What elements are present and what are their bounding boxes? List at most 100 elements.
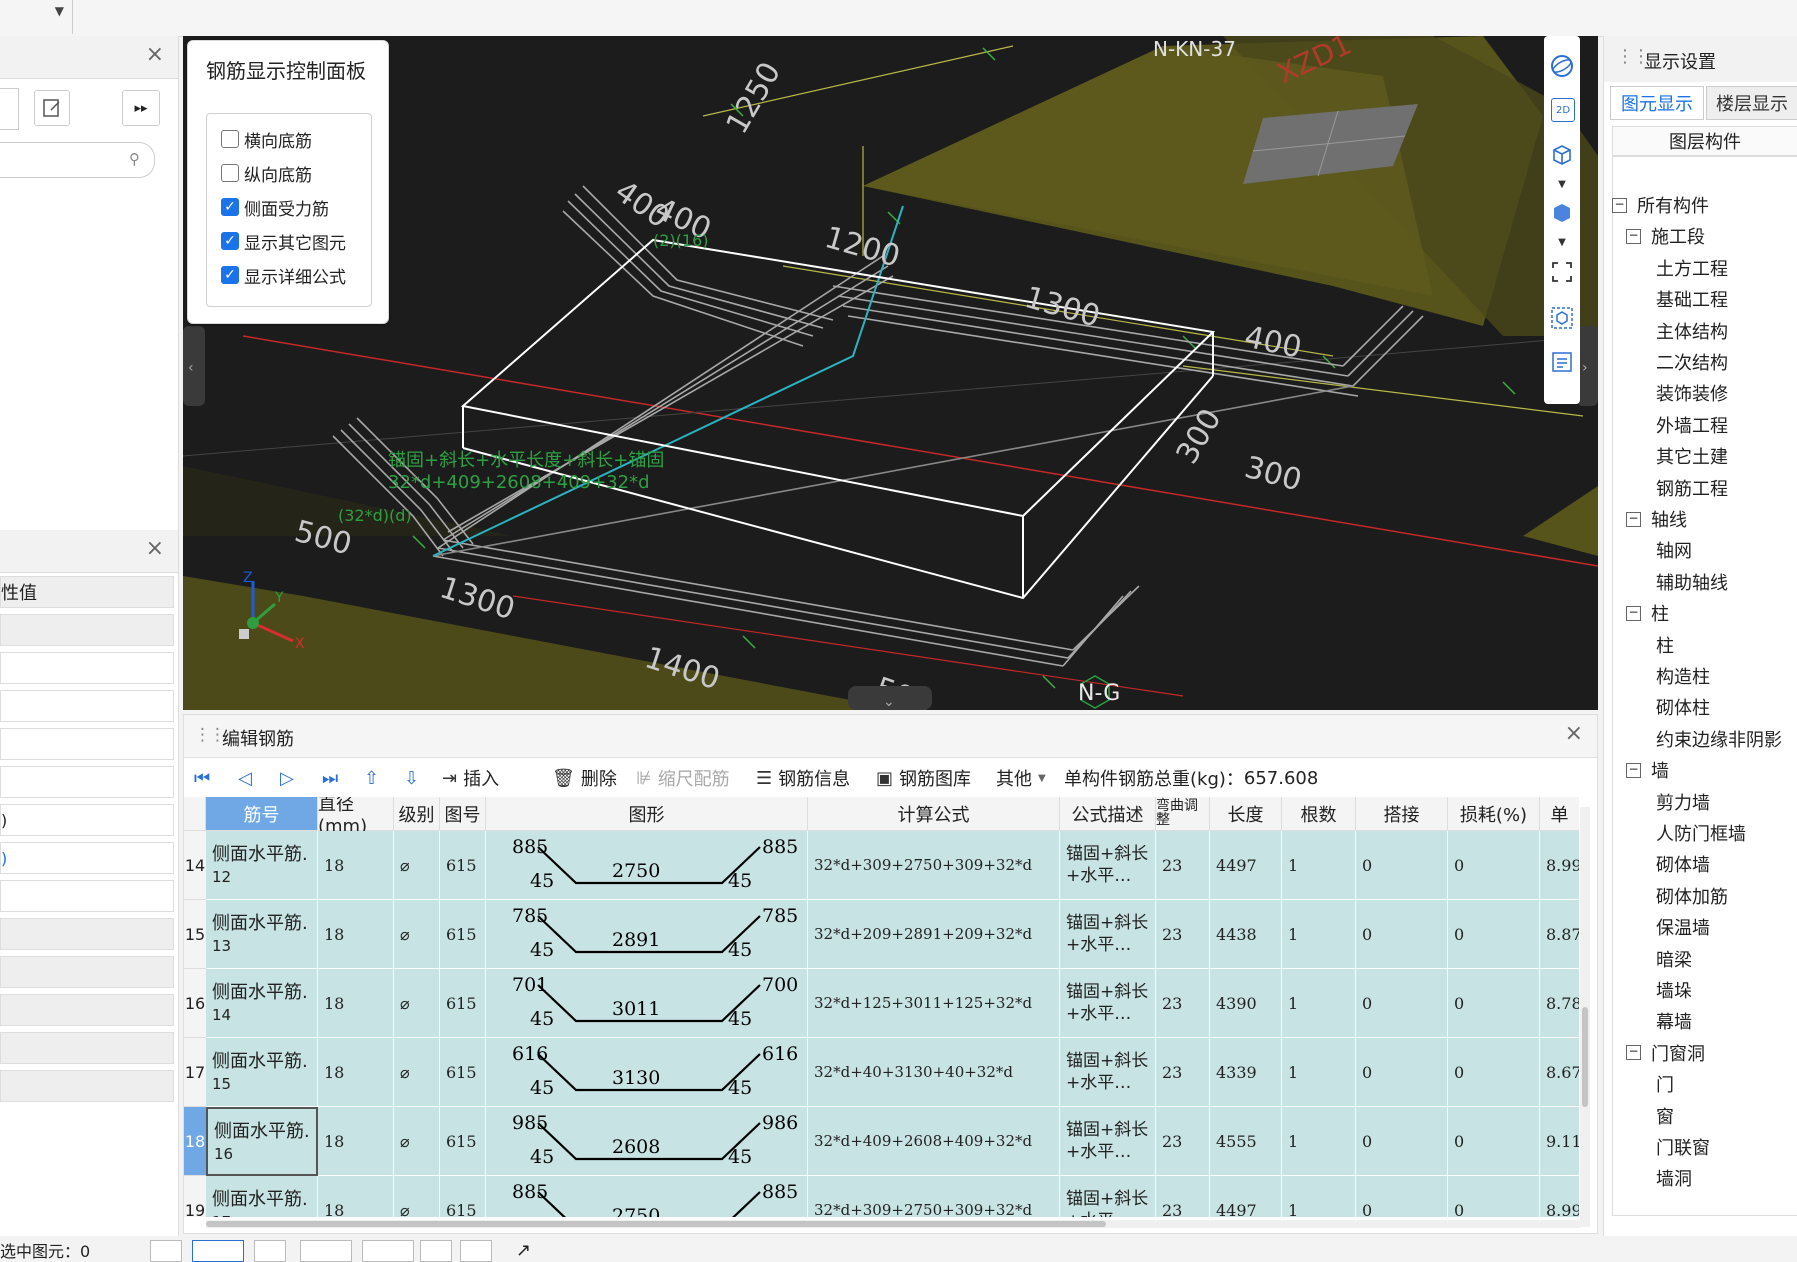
move-up-button[interactable]: ⇧ xyxy=(364,761,385,795)
len-cell[interactable]: 4497 xyxy=(1210,831,1282,900)
cnt-cell[interactable]: 1 xyxy=(1282,969,1356,1038)
cnt-cell[interactable]: 1 xyxy=(1282,1038,1356,1107)
rebar-name-cell[interactable]: 侧面水平筋. 15 xyxy=(206,1038,318,1107)
formula-cell[interactable]: 32*d+125+3011+125+32*d xyxy=(808,969,1060,1038)
column-header[interactable]: 公式描述 xyxy=(1060,797,1156,831)
option-longitudinal-bottom[interactable]: 纵向底筋 xyxy=(221,160,312,186)
tree-item[interactable]: − 轴线 xyxy=(1626,504,1687,534)
column-header[interactable]: 图形 xyxy=(486,797,808,831)
bend-cell[interactable]: 23 xyxy=(1156,900,1210,969)
loss-cell[interactable]: 0 xyxy=(1448,1038,1540,1107)
cnt-cell[interactable]: 1 xyxy=(1282,900,1356,969)
unit-cell[interactable]: 8.87 xyxy=(1540,900,1579,969)
option-side-rebar[interactable]: ✓ 侧面受力筋 xyxy=(221,194,329,220)
tree-item[interactable]: 主体结构 xyxy=(1656,316,1728,346)
formula-desc-cell[interactable]: 锚固+斜长+水平… xyxy=(1060,900,1156,969)
column-header[interactable]: 损耗(%) xyxy=(1448,797,1540,831)
tree-item[interactable]: − 墙 xyxy=(1626,755,1669,785)
grade-cell[interactable]: ⌀ xyxy=(394,969,440,1038)
dia-cell[interactable]: 18 xyxy=(318,1176,394,1217)
tree-item[interactable]: 剪力墙 xyxy=(1656,787,1710,817)
row-number[interactable]: 18 xyxy=(184,1107,206,1176)
property-row[interactable] xyxy=(0,1070,174,1102)
tool-button[interactable] xyxy=(150,1240,182,1262)
row-number[interactable]: 17 xyxy=(184,1038,206,1107)
rebar-info-button[interactable]: ☰ 钢筋信息 xyxy=(756,761,850,795)
collapse-icon[interactable]: − xyxy=(1626,1045,1641,1061)
rebar-name-cell[interactable]: 侧面水平筋. 16 xyxy=(206,1107,318,1176)
tree-item[interactable]: 墙洞 xyxy=(1656,1163,1692,1193)
rebar-shape-cell[interactable]: 701 700 45 45 3011 xyxy=(486,969,808,1038)
tool-button[interactable] xyxy=(420,1240,452,1262)
tree-item[interactable]: 门联窗 xyxy=(1656,1132,1710,1162)
lap-cell[interactable]: 0 xyxy=(1356,831,1448,900)
lap-cell[interactable]: 0 xyxy=(1356,900,1448,969)
expand-icon[interactable]: ▸▸ xyxy=(122,90,160,126)
lap-cell[interactable]: 0 xyxy=(1356,1107,1448,1176)
checkbox-checked[interactable]: ✓ xyxy=(221,198,239,216)
scale-rebar-button[interactable]: ⊯ 缩尺配筋 xyxy=(636,761,730,795)
tree-item[interactable]: 窗 xyxy=(1656,1101,1674,1131)
fig-cell[interactable]: 615 xyxy=(440,831,486,900)
search-input[interactable]: ⚲ xyxy=(0,142,155,178)
insert-button[interactable]: ⇥ 插入 xyxy=(442,761,499,795)
select-mode-button[interactable] xyxy=(192,1240,244,1262)
chevron-down-icon[interactable]: ▼ xyxy=(1548,228,1576,256)
checkbox-checked[interactable]: ✓ xyxy=(221,266,239,284)
row-number[interactable]: 15 xyxy=(184,900,206,969)
tree-item[interactable]: 幕墙 xyxy=(1656,1006,1692,1036)
rebar-name-cell[interactable]: 侧面水平筋. 13 xyxy=(206,900,318,969)
cube-select-icon[interactable] xyxy=(1548,304,1576,332)
cnt-cell[interactable]: 1 xyxy=(1282,1107,1356,1176)
collapse-icon[interactable]: − xyxy=(1626,511,1641,527)
lap-cell[interactable]: 0 xyxy=(1356,969,1448,1038)
edit-icon[interactable] xyxy=(34,90,70,126)
rebar-shape-cell[interactable]: 616 616 45 45 3130 xyxy=(486,1038,808,1107)
tree-item[interactable]: 轴网 xyxy=(1656,535,1692,565)
checkbox[interactable] xyxy=(221,164,239,182)
column-header[interactable]: 图号 xyxy=(440,797,486,831)
collapse-icon[interactable]: − xyxy=(1626,228,1641,244)
table-row[interactable]: 19 侧面水平筋. 17 18⌀615 885 885 45 45 2750 32*d+309+2… xyxy=(184,1176,1579,1217)
prev-row-button[interactable]: ◁ xyxy=(238,761,258,795)
property-row[interactable] xyxy=(0,918,174,950)
table-row[interactable]: 18 侧面水平筋. 16 18 ⌀ 615 985 986 45 45 2608 32*d+409+2… xyxy=(184,1107,1579,1176)
formula-cell[interactable]: 32*d+209+2891+209+32*d xyxy=(808,900,1060,969)
formula-desc-cell[interactable]: 锚固+斜长+水平… xyxy=(1060,1176,1156,1217)
tool-button[interactable] xyxy=(460,1240,492,1262)
tree-item[interactable]: 其它土建 xyxy=(1656,441,1728,471)
table-row[interactable]: 14 侧面水平筋. 12 18 ⌀ 615 885 885 45 45 2750 32*d+309+2… xyxy=(184,831,1579,900)
lap-cell[interactable]: 0 xyxy=(1356,1038,1448,1107)
cnt-cell[interactable]: 1 xyxy=(1282,1176,1356,1217)
bend-cell[interactable]: 23 xyxy=(1156,1176,1210,1217)
fig-cell[interactable]: 615 xyxy=(440,1038,486,1107)
bend-cell[interactable]: 23 xyxy=(1156,1038,1210,1107)
formula-cell[interactable]: 32*d+309+2750+309+32*d xyxy=(808,1176,1060,1217)
property-row[interactable]: ) xyxy=(0,804,174,836)
tree-item[interactable]: 土方工程 xyxy=(1656,253,1728,283)
tab-floor-display[interactable]: 楼层显示 xyxy=(1706,86,1797,120)
collapse-icon[interactable]: − xyxy=(1626,762,1641,778)
property-row[interactable] xyxy=(0,994,174,1026)
row-number[interactable]: 19 xyxy=(184,1176,206,1217)
tree-item[interactable]: 人防门框墙 xyxy=(1656,818,1746,848)
delete-button[interactable]: 🗑 删除 xyxy=(552,761,617,795)
move-down-button[interactable]: ⇩ xyxy=(404,761,425,795)
tree-item[interactable]: 基础工程 xyxy=(1656,284,1728,314)
collapse-left-handle[interactable] xyxy=(183,326,205,406)
orbit-icon[interactable] xyxy=(1548,52,1576,80)
column-header[interactable]: 直径(mm) xyxy=(318,797,394,837)
drag-handle-icon[interactable]: ⋮⋮ xyxy=(194,725,226,745)
len-cell[interactable]: 4497 xyxy=(1210,1176,1282,1217)
next-row-button[interactable]: ▷ xyxy=(280,761,300,795)
row-number[interactable]: 16 xyxy=(184,969,206,1038)
loss-cell[interactable]: 0 xyxy=(1448,900,1540,969)
last-row-button[interactable]: ⏭ xyxy=(322,761,344,795)
tree-item[interactable]: 二次结构 xyxy=(1656,347,1728,377)
cnt-cell[interactable]: 1 xyxy=(1282,831,1356,900)
len-cell[interactable]: 4555 xyxy=(1210,1107,1282,1176)
tool-button[interactable] xyxy=(362,1240,414,1262)
property-row[interactable] xyxy=(0,880,174,912)
loss-cell[interactable]: 0 xyxy=(1448,1107,1540,1176)
tab-element-display[interactable]: 图元显示 xyxy=(1610,86,1704,120)
